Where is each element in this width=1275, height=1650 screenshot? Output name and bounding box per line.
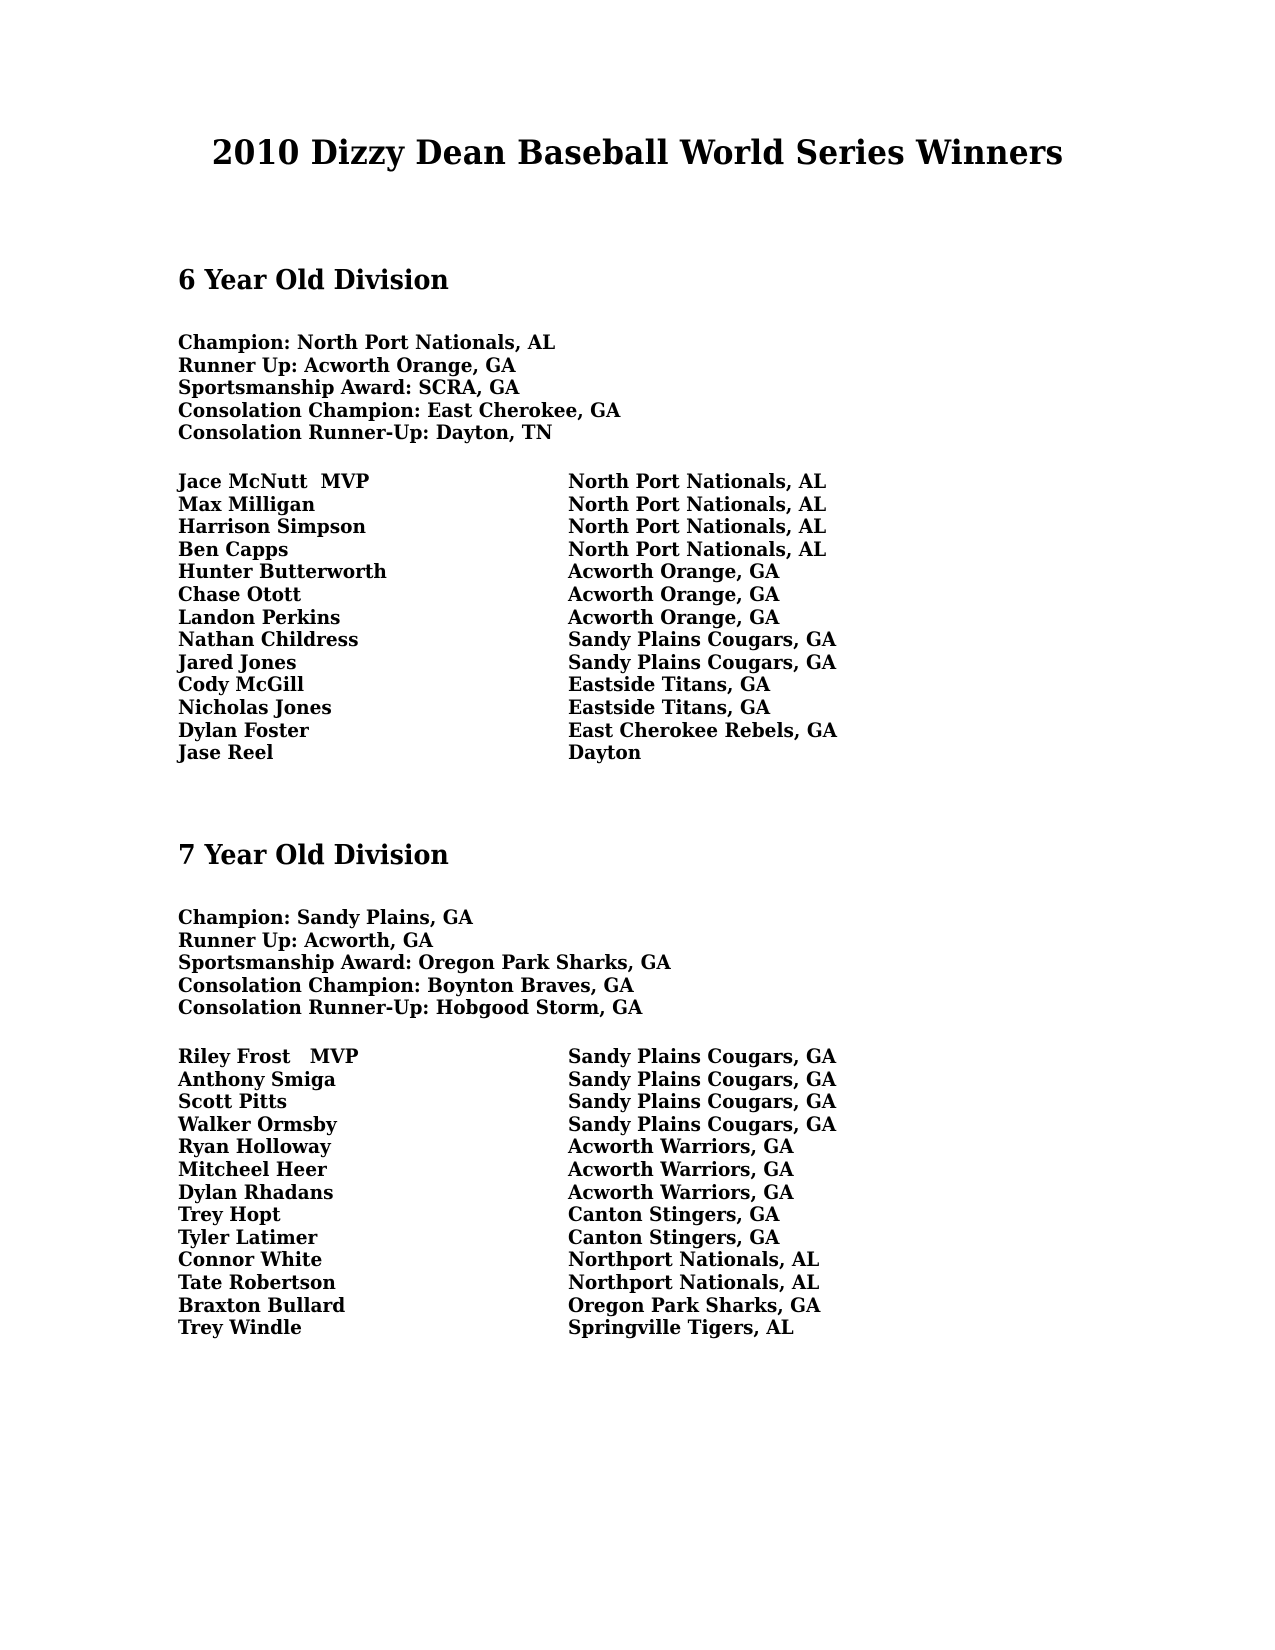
player-team: Eastside Titans, GA (568, 695, 771, 719)
player-team: Sandy Plains Cougars, GA (568, 1112, 837, 1136)
player-team: North Port Nationals, AL (568, 515, 827, 539)
player-team: Sandy Plains Cougars, GA (568, 1067, 837, 1091)
player-row: Max Milligan North Port Nationals, AL (178, 492, 1078, 517)
division-section-7-year: 7 Year Old Division Champion: Sandy Plai… (178, 840, 1078, 1340)
player-row: Trey Hopt Canton Stingers, GA (178, 1204, 1078, 1227)
player-team: Canton Stingers, GA (568, 1225, 780, 1249)
player-team: Acworth Orange, GA (568, 560, 780, 584)
player-name: Mitcheel Heer (178, 1157, 327, 1181)
player-name: Trey Hopt (178, 1203, 281, 1227)
player-name: Ben Capps (178, 537, 289, 561)
award-line: Sportsmanship Award: Oregon Park Sharks,… (178, 951, 671, 975)
award-line: Consolation Runner-Up: Hobgood Storm, GA (178, 996, 643, 1020)
player-name: Max Milligan (178, 492, 316, 516)
player-name: Cody McGill (178, 673, 304, 697)
player-name: Nicholas Jones (178, 695, 332, 719)
player-row: Mitcheel Heer Acworth Warriors, GA (178, 1157, 1078, 1182)
player-row: Connor White Northport Nationals, AL (178, 1249, 1078, 1272)
player-name: Riley Frost MVP (178, 1044, 359, 1068)
award-line: Consolation Champion: East Cherokee, GA (178, 398, 621, 422)
player-row: Ben Capps North Port Nationals, AL (178, 537, 1078, 562)
player-name: Dylan Rhadans (178, 1180, 334, 1204)
award-line: Consolation Champion: Boynton Braves, GA (178, 973, 634, 997)
player-row: Walker Ormsby Sandy Plains Cougars, GA (178, 1112, 1078, 1137)
award-line: Champion: Sandy Plains, GA (178, 906, 473, 929)
award-line: Runner Up: Acworth Orange, GA (178, 353, 516, 377)
player-name: Braxton Bullard (178, 1293, 346, 1317)
player-name: Dylan Foster (178, 718, 309, 742)
section-heading: 7 Year Old Division (178, 840, 449, 871)
player-row: Tate Robertson Northport Nationals, AL (178, 1270, 1078, 1295)
awards-list: Champion: North Port Nationals, AL Runne… (178, 331, 1078, 445)
player-name: Connor White (178, 1248, 323, 1272)
player-row: Anthony Smiga Sandy Plains Cougars, GA (178, 1067, 1078, 1092)
award-line: Consolation Runner-Up: Dayton, TN (178, 421, 553, 445)
awards-list: Champion: Sandy Plains, GA Runner Up: Ac… (178, 906, 1078, 1020)
award-line: Sportsmanship Award: SCRA, GA (178, 376, 520, 400)
player-name: Ryan Holloway (178, 1135, 331, 1159)
player-team: Oregon Park Sharks, GA (568, 1293, 821, 1317)
player-row: Hunter Butterworth Acworth Orange, GA (178, 561, 1078, 584)
player-name: Chase Otott (178, 582, 302, 606)
award-line: Runner Up: Acworth, GA (178, 928, 434, 952)
player-row: Riley Frost MVP Sandy Plains Cougars, GA (178, 1044, 1078, 1069)
player-row: Dylan Rhadans Acworth Warriors, GA (178, 1180, 1078, 1205)
player-row: Ryan Holloway Acworth Warriors, GA (178, 1136, 1078, 1159)
player-team: Springville Tigers, AL (568, 1316, 794, 1340)
player-team: Acworth Orange, GA (568, 582, 780, 606)
player-list: Jace McNutt MVP North Port Nationals, AL… (178, 469, 1078, 765)
player-row: Harrison Simpson North Port Nationals, A… (178, 516, 1078, 539)
player-row: Chase Otott Acworth Orange, GA (178, 582, 1078, 607)
player-row: Trey Windle Springville Tigers, AL (178, 1316, 1078, 1340)
player-name: Jase Reel (178, 741, 274, 765)
player-list: Riley Frost MVP Sandy Plains Cougars, GA… (178, 1044, 1078, 1340)
player-team: Sandy Plains Cougars, GA (568, 650, 837, 674)
player-team: East Cherokee Rebels, GA (568, 718, 838, 742)
player-name: Jace McNutt MVP (178, 469, 370, 493)
document-page: 2010 Dizzy Dean Baseball World Series Wi… (0, 0, 1275, 1650)
player-name: Tate Robertson (178, 1270, 336, 1294)
player-row: Tyler Latimer Canton Stingers, GA (178, 1225, 1078, 1250)
player-team: Northport Nationals, AL (568, 1248, 820, 1272)
player-row: Scott Pitts Sandy Plains Cougars, GA (178, 1091, 1078, 1114)
player-name: Scott Pitts (178, 1090, 288, 1114)
player-name: Walker Ormsby (178, 1112, 337, 1136)
player-row: Nicholas Jones Eastside Titans, GA (178, 695, 1078, 720)
division-section-6-year: 6 Year Old Division Champion: North Port… (178, 265, 1078, 765)
player-name: Hunter Butterworth (178, 560, 387, 584)
player-row: Nathan Childress Sandy Plains Cougars, G… (178, 629, 1078, 652)
player-team: Sandy Plains Cougars, GA (568, 628, 837, 652)
player-team: Acworth Orange, GA (568, 605, 780, 629)
player-row: Jase Reel Dayton (178, 741, 1078, 765)
player-team: North Port Nationals, AL (568, 492, 827, 516)
player-team: North Port Nationals, AL (568, 537, 827, 561)
player-name: Jared Jones (178, 650, 297, 674)
player-name: Trey Windle (178, 1316, 302, 1340)
player-team: Sandy Plains Cougars, GA (568, 1090, 837, 1114)
player-row: Jared Jones Sandy Plains Cougars, GA (178, 650, 1078, 675)
player-team: Acworth Warriors, GA (568, 1180, 794, 1204)
player-row: Cody McGill Eastside Titans, GA (178, 674, 1078, 697)
player-team: North Port Nationals, AL (568, 469, 827, 493)
player-name: Anthony Smiga (178, 1067, 336, 1091)
page-title: 2010 Dizzy Dean Baseball World Series Wi… (211, 133, 1064, 173)
player-row: Dylan Foster East Cherokee Rebels, GA (178, 718, 1078, 743)
player-name: Landon Perkins (178, 605, 341, 629)
player-team: Northport Nationals, AL (568, 1270, 820, 1294)
section-heading: 6 Year Old Division (178, 265, 449, 296)
award-line: Champion: North Port Nationals, AL (178, 331, 556, 354)
player-team: Eastside Titans, GA (568, 673, 771, 697)
player-team: Acworth Warriors, GA (568, 1135, 794, 1159)
player-team: Sandy Plains Cougars, GA (568, 1044, 837, 1068)
player-team: Canton Stingers, GA (568, 1203, 780, 1227)
player-row: Jace McNutt MVP North Port Nationals, AL (178, 469, 1078, 494)
player-team: Dayton (568, 741, 642, 765)
player-name: Tyler Latimer (178, 1225, 318, 1249)
player-row: Landon Perkins Acworth Orange, GA (178, 605, 1078, 630)
player-name: Nathan Childress (178, 628, 359, 652)
player-name: Harrison Simpson (178, 515, 366, 539)
player-team: Acworth Warriors, GA (568, 1157, 794, 1181)
player-row: Braxton Bullard Oregon Park Sharks, GA (178, 1293, 1078, 1318)
